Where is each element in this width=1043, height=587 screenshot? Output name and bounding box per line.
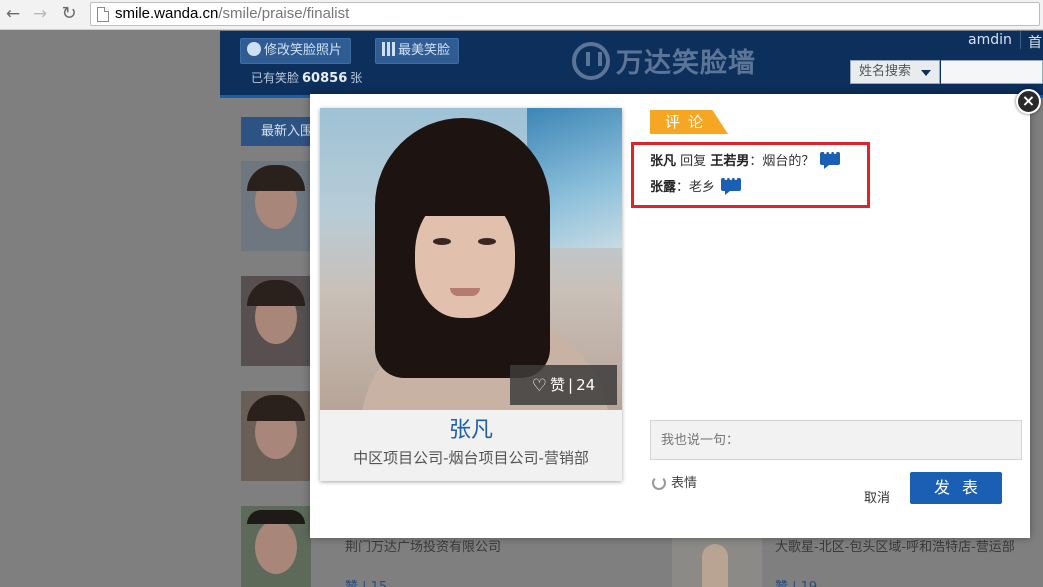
finalist-thumbnail[interactable]: [241, 276, 311, 366]
comment-item: 张露：老乡: [650, 174, 742, 195]
caret-down-icon: [921, 70, 931, 76]
finalist-like-count[interactable]: 赞 | 15: [345, 576, 387, 587]
smile-face-icon: [247, 42, 261, 56]
post-comment-button[interactable]: 发表: [910, 472, 1002, 504]
site-logo[interactable]: 万达笑脸墙: [572, 41, 756, 80]
finalist-thumbnail[interactable]: [672, 536, 762, 587]
cancel-button[interactable]: 取消: [864, 487, 890, 506]
finalist-company: 大歌星-北区-包头区域-呼和浩特店-营运部: [775, 540, 1015, 555]
home-link[interactable]: 首: [1028, 32, 1042, 52]
comment-author[interactable]: 张凡: [650, 154, 676, 169]
comment-item: 张凡 回复 王若男：烟台的？: [650, 148, 841, 169]
smile-icon: [652, 476, 666, 490]
comment-text: ：老乡: [676, 180, 716, 195]
header-divider: [1020, 31, 1021, 49]
finalist-detail-dialog: ♡ 赞 | 24 张凡 中区项目公司-烟台项目公司-营销部 评论 张凡 回复 王若男：…: [310, 94, 1030, 538]
person-department: 中区项目公司-烟台项目公司-营销部: [353, 449, 589, 467]
finalist-like-count[interactable]: 赞 | 19: [775, 576, 817, 587]
finalist-card: ♡ 赞 | 24 张凡 中区项目公司-烟台项目公司-营销部: [320, 108, 622, 481]
finalist-thumbnail[interactable]: [241, 161, 311, 251]
reply-bubble-icon[interactable]: [820, 148, 841, 169]
user-name-link[interactable]: amdin: [968, 32, 1012, 48]
emoji-button[interactable]: 表情: [652, 472, 697, 491]
heart-icon: ♡: [531, 376, 548, 396]
finalist-thumbnail[interactable]: [241, 506, 311, 587]
comment-text: ：烟台的？: [749, 154, 815, 169]
like-button[interactable]: ♡ 赞 | 24: [510, 365, 617, 405]
browser-toolbar: ← → ↻ smile.wanda.cn/smile/praise/finali…: [0, 0, 1043, 30]
address-bar[interactable]: smile.wanda.cn/smile/praise/finalist: [90, 2, 1040, 26]
reply-target[interactable]: 王若男: [710, 154, 749, 169]
site-header: 修改笑脸照片 最美笑脸 已有笑脸 60856 张 万达笑脸墙 amdin 首 姓名搜…: [220, 31, 1043, 98]
url-text[interactable]: smile.wanda.cn/smile/praise/finalist: [115, 5, 349, 22]
ranking-bars-icon: [382, 42, 395, 56]
comment-author[interactable]: 张露: [650, 180, 676, 195]
wanda-logo-icon: [572, 41, 610, 80]
forward-arrow-icon[interactable]: →: [31, 5, 49, 23]
search-input[interactable]: [941, 60, 1043, 84]
best-smile-button[interactable]: 最美笑脸: [375, 38, 460, 64]
smile-count: 已有笑脸 60856 张: [251, 71, 363, 86]
tab-newest-finalists[interactable]: 最新入围: [241, 117, 321, 146]
comment-input[interactable]: [650, 420, 1022, 460]
edit-smile-photo-button[interactable]: 修改笑脸照片: [240, 38, 352, 64]
page-icon: [97, 7, 109, 22]
close-icon[interactable]: ×: [1016, 89, 1041, 114]
finalist-thumbnail[interactable]: [241, 391, 311, 481]
tab-comments: 评论: [650, 110, 728, 134]
reload-icon[interactable]: ↻: [60, 5, 78, 23]
search-type-select[interactable]: 姓名搜索: [850, 60, 940, 84]
like-count: 24: [576, 376, 596, 394]
finalist-company: 荆门万达广场投资有限公司: [345, 540, 502, 555]
back-arrow-icon[interactable]: ←: [4, 5, 22, 23]
finalist-photo: ♡ 赞 | 24: [320, 108, 622, 410]
reply-bubble-icon[interactable]: [721, 174, 742, 195]
person-name: 张凡: [448, 418, 493, 443]
